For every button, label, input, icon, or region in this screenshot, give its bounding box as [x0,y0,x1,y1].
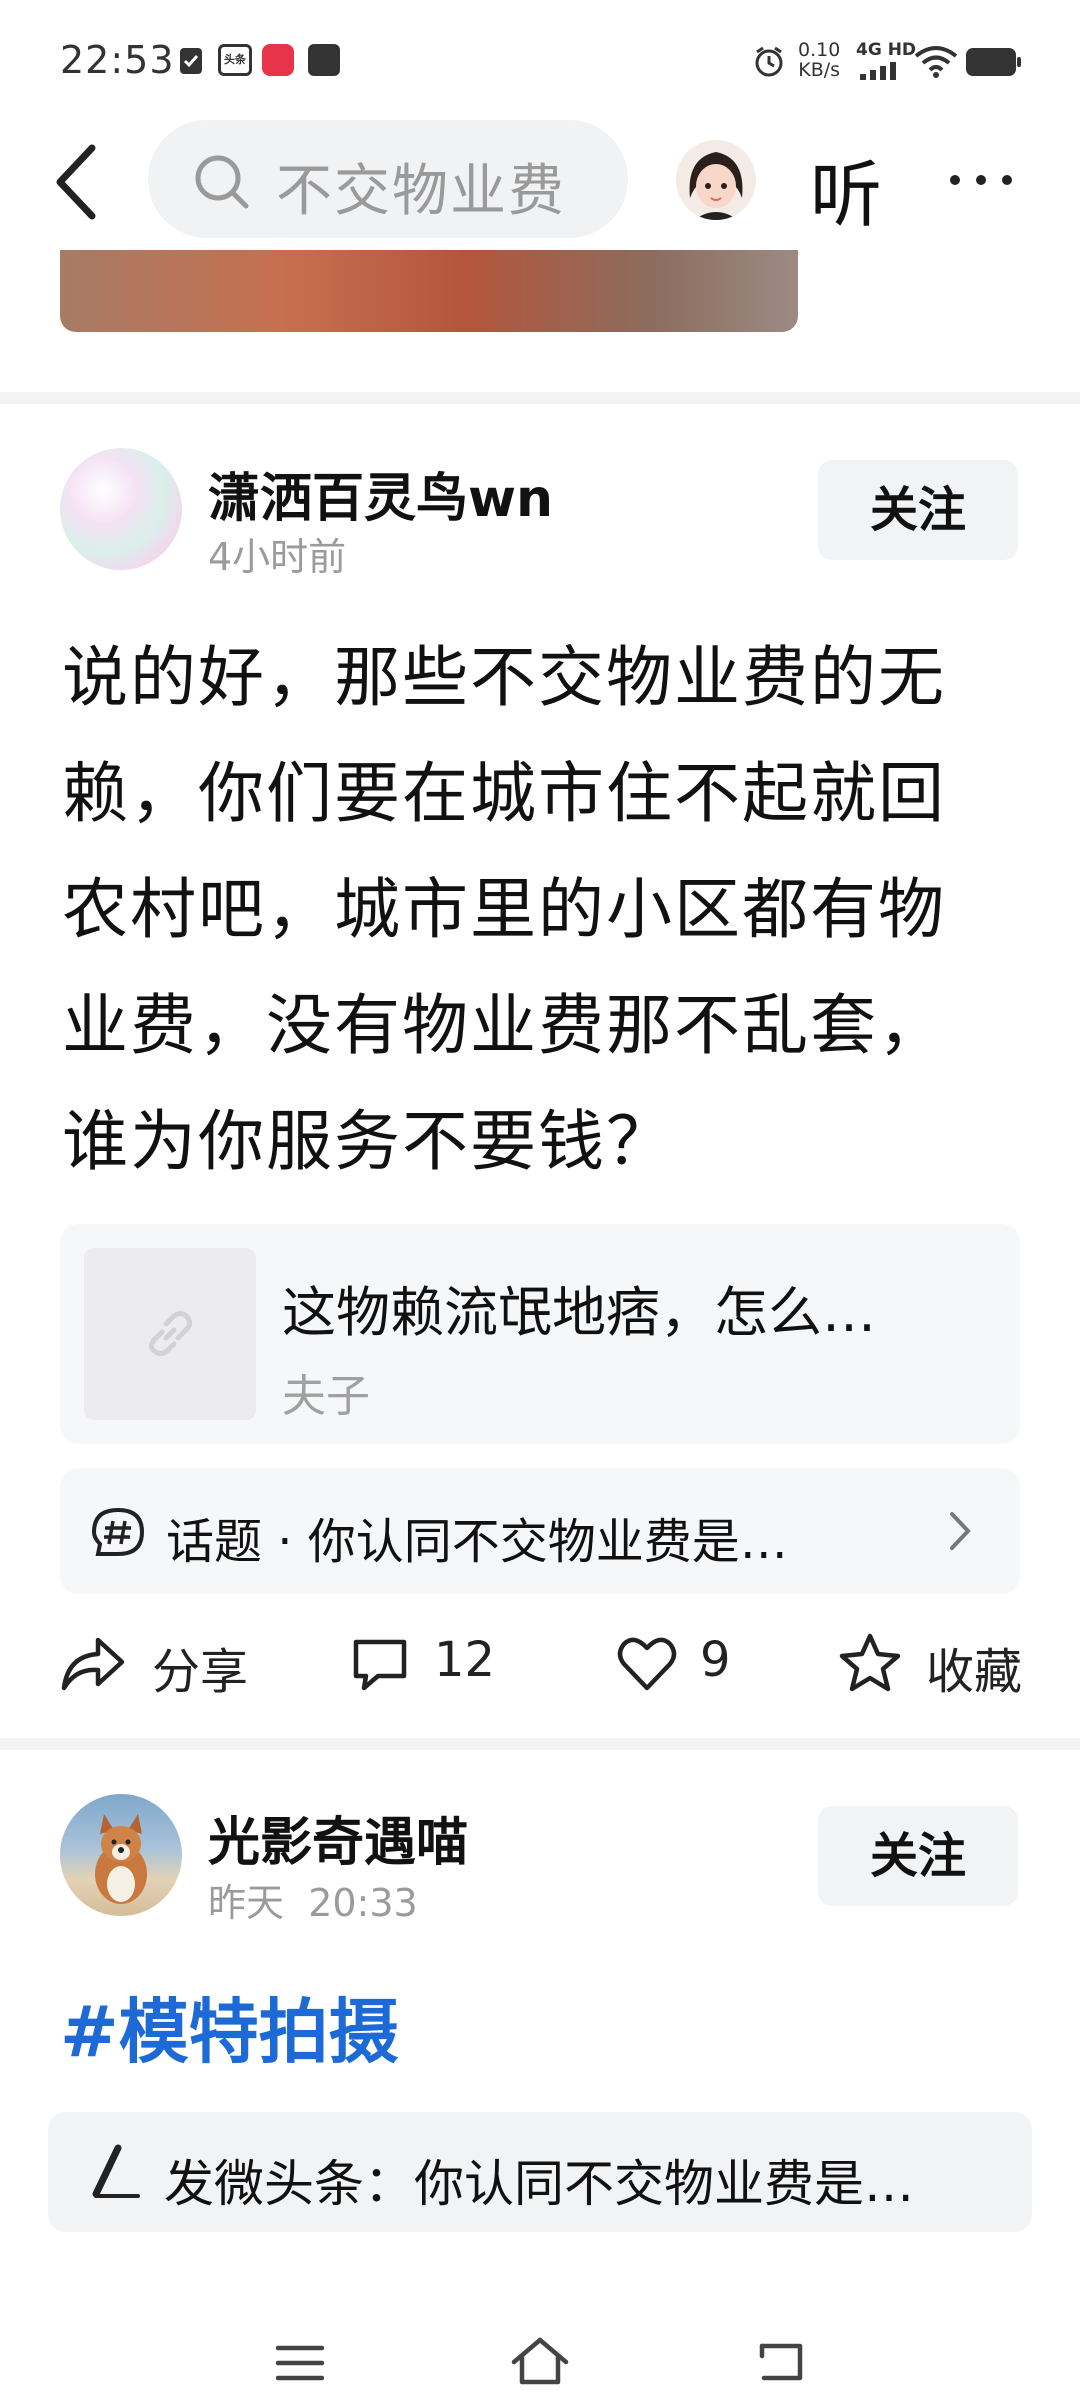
more-dot-icon [950,175,960,185]
post-body-line: 农村吧，城市里的小区都有物 [62,871,946,948]
quoted-post-author: 夫子 [282,1371,370,1422]
pen-icon [92,2144,140,2198]
signal-icon [858,60,904,84]
app-notification-icon [262,44,294,76]
post-author-name[interactable]: 光影奇遇喵 [208,1800,468,1875]
divider [0,392,1080,404]
favorite-label: 收藏 [926,1644,1023,1700]
post-time: 20:33 [308,1881,418,1925]
previous-post-image[interactable] [60,250,798,332]
user-avatar[interactable] [676,140,756,220]
post-author-avatar[interactable] [60,1794,182,1916]
back-button[interactable] [48,138,108,228]
toutiao-app-icon: 头条 [218,44,252,76]
follow-button[interactable]: 关注 [818,460,1018,560]
status-bar: 22:53 头条 0.10 KB/s 4G HD [0,0,1080,120]
dog-photo-icon [95,1814,147,1904]
share-button[interactable]: 分享 [60,1628,260,1700]
post-author-avatar[interactable] [60,448,182,570]
wifi-icon [914,44,958,82]
post-body-line: 赖，你们要在城市住不起就回 [62,755,946,832]
quoted-post-thumbnail [84,1248,256,1420]
network-type: 4G HD [856,40,917,60]
post-timestamp: 昨天 20:33 [208,1872,418,1927]
favorite-button[interactable]: 收藏 [838,1628,1038,1700]
post-author-name[interactable]: 潇洒百灵鸟wn [208,456,553,531]
post-timestamp: 4小时前 [208,535,347,579]
back-nav-icon[interactable] [756,2340,806,2384]
topic-text: 话题 · 你认同不交物业费是… [166,1514,788,1570]
compose-text: 发微头条：你认同不交物业费是… [164,2155,914,2213]
search-icon [195,155,249,209]
hashtag-link[interactable]: #模特拍摄 [60,1976,399,2077]
star-icon [839,1633,901,1692]
network-speed: 0.10 KB/s [798,39,841,81]
like-button[interactable]: 9 [616,1628,796,1698]
listen-button[interactable]: 听 [810,136,882,241]
home-icon[interactable] [510,2336,570,2386]
battery-icon [966,48,1022,80]
comment-button[interactable]: 12 [350,1628,550,1698]
post-body-line: 业费，没有物业费那不乱套， [62,987,946,1064]
notification-icon [178,44,208,76]
post-body-line: 谁为你服务不要钱？ [62,1103,674,1180]
message-icon [308,44,340,76]
post-body[interactable]: 说的好，那些不交物业费的无 赖，你们要在城市住不起就回 农村吧，城市里的小区都有… [62,620,1022,1200]
search-input-text: 不交物业费 [276,159,566,224]
topic-hashtag-icon [91,1507,145,1556]
comment-count: 12 [434,1632,496,1688]
follow-button[interactable]: 关注 [818,1806,1018,1906]
avatar-illustration-icon [676,140,756,220]
alarm-icon [752,44,786,82]
heart-icon [617,1637,677,1691]
post-date: 昨天 [208,1881,285,1925]
chevron-right-icon [950,1512,971,1550]
post-body-line: 说的好，那些不交物业费的无 [62,639,946,716]
more-options-button[interactable] [950,170,1028,189]
system-nav-bar [0,2300,1080,2408]
quoted-post-title: 这物赖流氓地痞，怎么… [282,1281,876,1344]
chevron-left-icon [56,144,96,220]
comment-icon [353,1639,407,1691]
link-icon [148,1310,193,1357]
divider [0,1738,1080,1750]
like-count: 9 [700,1632,731,1688]
share-label: 分享 [152,1644,249,1700]
menu-icon[interactable] [276,2344,324,2382]
status-time: 22:53 [60,38,175,82]
share-icon [61,1637,125,1691]
